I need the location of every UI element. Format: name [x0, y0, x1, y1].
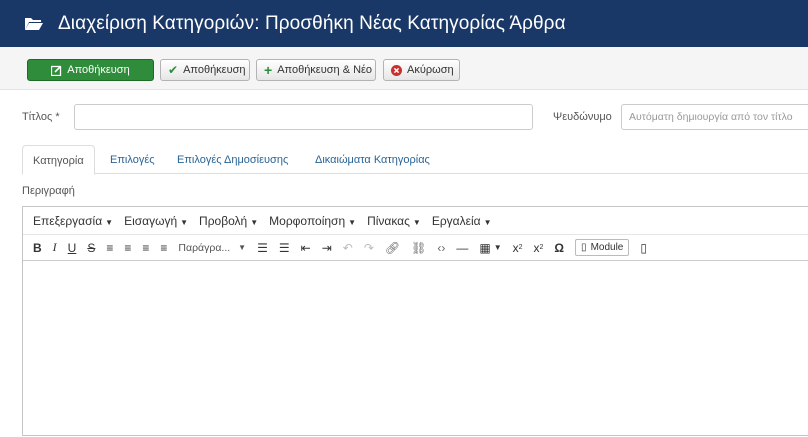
page-header: Διαχείριση Κατηγοριών: Προσθήκη Νέας Κατ… [0, 0, 808, 47]
folder-open-icon [25, 18, 43, 30]
check-icon: ✔ [168, 63, 179, 77]
cancel-button[interactable]: Ακύρωση [383, 59, 460, 81]
numbered-list-icon[interactable]: ☰ [279, 241, 290, 255]
menu-table[interactable]: Πίνακας ▼ [367, 214, 421, 228]
save-close-button[interactable]: ✔ Αποθήκευση [160, 59, 250, 81]
special-character-icon[interactable]: Ω [554, 241, 564, 255]
subscript-icon[interactable]: x2 [513, 241, 523, 255]
plus-icon: + [264, 62, 273, 78]
strikethrough-icon[interactable]: S [87, 241, 95, 255]
table-icon[interactable]: ▦ ▼ [479, 241, 501, 255]
menu-format[interactable]: Μορφοποίηση ▼ [269, 214, 356, 228]
editor-toolbar: B I U S ≡ ≡ ≡ ≡ Παράγρα... ▼ ☰ ☰ ⇤ ⇥ ↶ ↷ … [23, 234, 808, 261]
code-icon[interactable]: ‹› [437, 241, 445, 255]
unlink-icon[interactable]: ⛓︎ [411, 241, 426, 255]
title-input[interactable] [74, 104, 533, 130]
align-right-icon[interactable]: ≡ [142, 241, 149, 255]
underline-icon[interactable]: U [68, 241, 77, 255]
outdent-icon[interactable]: ⇤ [301, 241, 311, 255]
rich-text-editor: Επεξεργασία ▼ Εισαγωγή ▼ Προβολή ▼ Μορφοποί… [22, 206, 808, 436]
redo-icon[interactable]: ↷ [364, 241, 374, 255]
module-button[interactable]: ▯ Module [575, 239, 630, 256]
save-new-label: Αποθήκευση & Νέο [277, 64, 373, 76]
alias-input[interactable]: Αυτόματη δημιουργία από τον τίτλο [621, 104, 808, 130]
page-title: Διαχείριση Κατηγοριών: Προσθήκη Νέας Κατ… [58, 12, 566, 34]
tab-options[interactable]: Επιλογές [110, 145, 155, 174]
alias-placeholder: Αυτόματη δημιουργία από τον τίτλο [629, 111, 793, 123]
bold-icon[interactable]: B [33, 241, 42, 255]
save-button[interactable]: Αποθήκευση [27, 59, 154, 81]
toolbar: Αποθήκευση ✔ Αποθήκευση + Αποθήκευση & Ν… [0, 47, 808, 90]
module-doc-icon: ▯ [581, 242, 587, 253]
description-label: Περιγραφή [22, 185, 75, 197]
editor-content-area[interactable] [23, 261, 808, 437]
align-justify-icon[interactable]: ≡ [160, 241, 167, 255]
italic-icon[interactable]: I [53, 240, 57, 255]
format-select[interactable]: Παράγρα... ▼ [178, 242, 246, 254]
bullet-list-icon[interactable]: ☰ [257, 241, 268, 255]
link-icon[interactable]: 🔗︎ [385, 241, 400, 255]
save-new-button[interactable]: + Αποθήκευση & Νέο [256, 59, 376, 81]
save-close-label: Αποθήκευση [183, 64, 246, 76]
indent-icon[interactable]: ⇥ [322, 241, 332, 255]
tab-publishing[interactable]: Επιλογές Δημοσίευσης [177, 145, 288, 174]
alias-label: Ψευδώνυμο [553, 111, 612, 123]
editor-menubar: Επεξεργασία ▼ Εισαγωγή ▼ Προβολή ▼ Μορφοποί… [23, 207, 808, 234]
menu-edit[interactable]: Επεξεργασία ▼ [33, 214, 113, 228]
title-label: Τίτλος * [22, 111, 60, 123]
cancel-label: Ακύρωση [407, 64, 454, 76]
menu-view[interactable]: Προβολή ▼ [199, 214, 258, 228]
superscript-icon[interactable]: x2 [534, 241, 544, 255]
align-left-icon[interactable]: ≡ [106, 241, 113, 255]
horizontal-rule-icon[interactable]: — [456, 241, 468, 255]
tab-category[interactable]: Κατηγορία [22, 145, 95, 175]
article-doc-icon[interactable]: ▯ [640, 241, 647, 255]
align-center-icon[interactable]: ≡ [124, 241, 131, 255]
cancel-circle-icon [391, 64, 402, 76]
edit-icon [51, 65, 62, 76]
undo-icon[interactable]: ↶ [343, 241, 353, 255]
menu-tools[interactable]: Εργαλεία ▼ [432, 214, 492, 228]
tab-bar: Κατηγορία Επιλογές Επιλογές Δημοσίευσης … [22, 145, 808, 175]
tab-permissions[interactable]: Δικαιώματα Κατηγορίας [315, 145, 430, 174]
menu-insert[interactable]: Εισαγωγή ▼ [124, 214, 188, 228]
save-button-label: Αποθήκευση [67, 64, 130, 76]
